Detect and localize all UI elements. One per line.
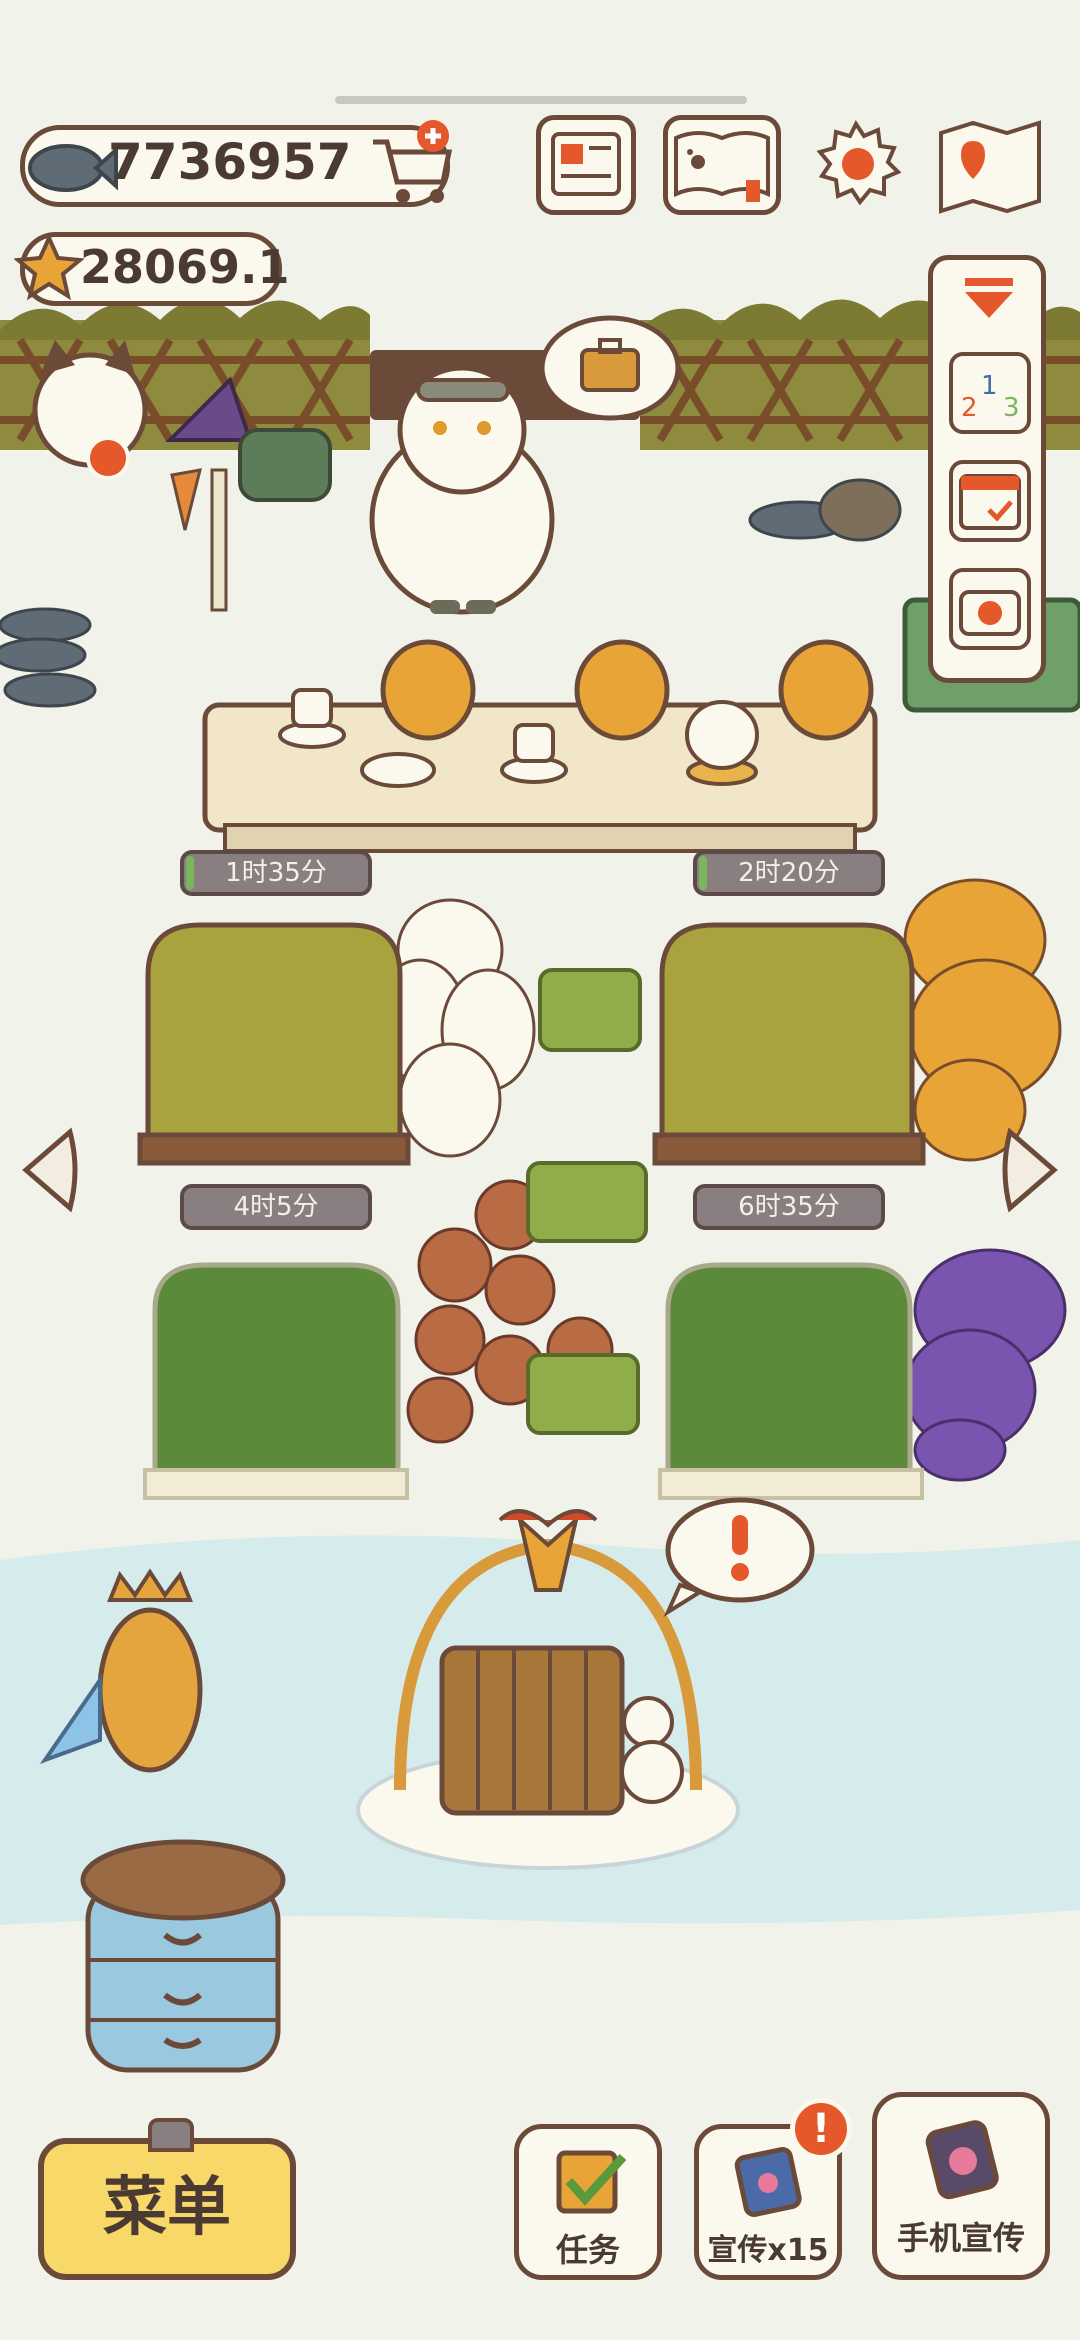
green-tile <box>526 1353 640 1435</box>
phone-promote-label: 手机宣传 <box>896 2219 1025 2257</box>
fish-count: 7736957 <box>108 133 352 191</box>
crop-timer-4: 6时35分 <box>693 1184 885 1230</box>
shopping-cart-icon <box>373 120 453 203</box>
ranking-podium-icon: 2 1 3 <box>961 371 1020 423</box>
promote-label: 宣传x15 <box>707 2233 829 2268</box>
phone-promo-icon <box>925 2120 999 2200</box>
suitcase-speech-bubble[interactable] <box>539 315 681 421</box>
timer-label: 4时5分 <box>233 1192 319 1222</box>
newspaper-icon <box>551 132 621 196</box>
collapse-arrow-icon[interactable] <box>959 274 1019 324</box>
timer-progress-fill <box>186 856 194 890</box>
task-checkbox-icon <box>556 2150 627 2214</box>
crop-timer-2: 2时20分 <box>693 850 885 896</box>
camera-icon <box>959 590 1021 636</box>
tea-table[interactable] <box>202 639 878 853</box>
game-scene <box>0 299 1080 2073</box>
fish-icon <box>28 144 118 192</box>
pawbook-icon <box>674 131 770 202</box>
fish-pile-right[interactable] <box>748 478 902 542</box>
green-tile <box>538 968 642 1052</box>
cat-album-button[interactable] <box>663 115 781 215</box>
alert-badge-icon: ! <box>790 2098 852 2160</box>
greenhouse-4[interactable] <box>658 1262 924 1500</box>
purple-berry-stack[interactable] <box>903 1248 1067 1482</box>
map-button[interactable] <box>935 115 1045 215</box>
greenhouse-1[interactable] <box>137 922 411 1166</box>
settings-gear-icon <box>816 120 902 206</box>
svg-text:2: 2 <box>961 393 978 423</box>
greenhouse-3[interactable] <box>143 1262 409 1500</box>
tasks-label: 任务 <box>555 2231 620 2269</box>
home-indicator <box>335 96 747 104</box>
side-panel: 2 1 3 <box>928 255 1046 683</box>
orange-flower-stack[interactable] <box>903 878 1062 1162</box>
calendar-icon <box>959 474 1021 530</box>
left-arrow-icon[interactable] <box>22 1127 78 1213</box>
star-icon <box>14 233 84 301</box>
settings-button[interactable] <box>810 118 902 210</box>
phone-promote-button[interactable]: 手机宣传 <box>872 2092 1050 2280</box>
menu-button[interactable]: 菜单 <box>38 2118 296 2280</box>
camera-button[interactable] <box>949 568 1031 650</box>
clipboard-clip-icon <box>148 2118 194 2152</box>
drawer-cabinet[interactable] <box>80 1839 286 2073</box>
svg-text:3: 3 <box>1003 393 1020 423</box>
promo-flyer-icon <box>734 2146 802 2217</box>
menu-label: 菜单 <box>103 2171 231 2245</box>
ranking-button[interactable]: 2 1 3 <box>949 352 1031 434</box>
right-arrow-icon[interactable] <box>1002 1127 1058 1213</box>
calendar-button[interactable] <box>949 460 1031 542</box>
green-tile <box>526 1161 648 1243</box>
crop-timer-3: 4时5分 <box>180 1184 372 1230</box>
timer-label: 2时20分 <box>738 858 840 888</box>
tasks-button[interactable]: 任务 <box>514 2124 662 2280</box>
map-icon <box>939 120 1041 214</box>
shop-cart-button[interactable] <box>365 118 457 210</box>
fish-pile-left[interactable] <box>0 607 97 708</box>
greenhouse-2[interactable] <box>652 922 926 1166</box>
cat-visitor-left[interactable] <box>32 340 148 480</box>
svg-text:1: 1 <box>981 371 998 401</box>
star-count: 28069.1 <box>80 240 290 294</box>
timer-label: 1时35分 <box>225 858 327 888</box>
crop-timer-1: 1时35分 <box>180 850 372 896</box>
newspaper-button[interactable] <box>536 115 636 215</box>
timer-progress-fill <box>699 856 707 890</box>
timer-label: 6时35分 <box>738 1192 840 1222</box>
